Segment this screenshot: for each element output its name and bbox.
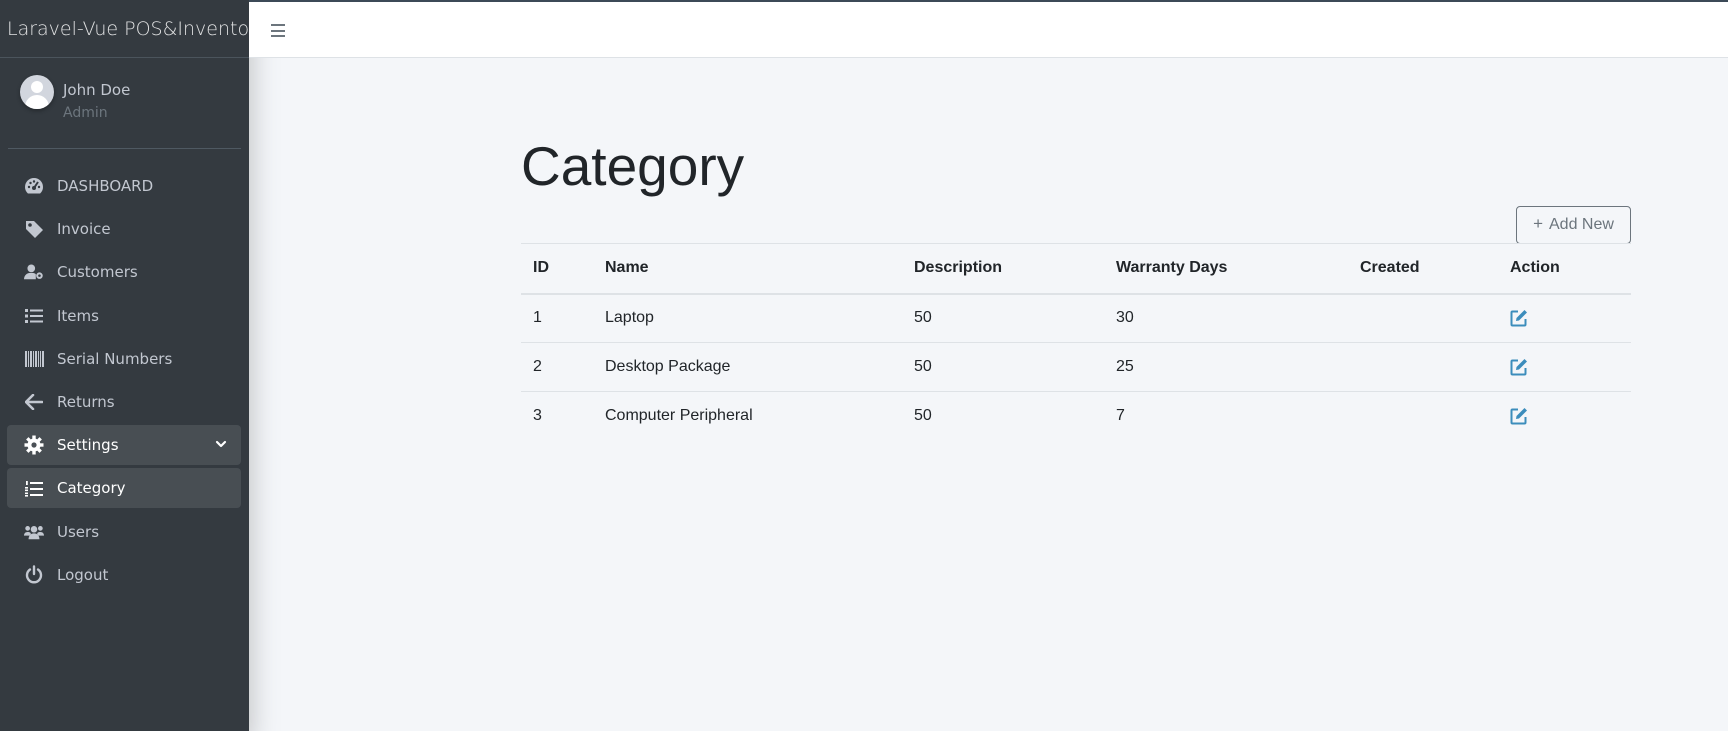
dashboard-icon bbox=[24, 176, 44, 196]
cell-name: Laptop bbox=[593, 293, 902, 343]
cell-warranty-days: 7 bbox=[1104, 391, 1348, 441]
sidebar-item-category[interactable]: Category bbox=[7, 468, 241, 509]
sidebar-item-items[interactable]: Items bbox=[7, 296, 241, 336]
sidebar-item-invoice[interactable]: Invoice bbox=[7, 209, 241, 249]
cell-description: 50 bbox=[902, 391, 1104, 441]
column-header-name[interactable]: Name bbox=[593, 243, 902, 295]
add-new-label: Add New bbox=[1549, 216, 1614, 233]
column-header-warranty-days[interactable]: Warranty Days bbox=[1104, 243, 1348, 295]
cell-warranty-days: 30 bbox=[1104, 293, 1348, 343]
cell-created bbox=[1348, 293, 1498, 343]
sidebar-item-label: Returns bbox=[57, 392, 115, 411]
user-panel: John Doe Admin bbox=[8, 58, 241, 149]
sidebar-item-label: Users bbox=[57, 522, 100, 541]
sidebar-item-dashboard[interactable]: DASHBOARD bbox=[7, 166, 241, 206]
list-icon bbox=[24, 306, 44, 326]
edit-icon[interactable] bbox=[1510, 407, 1528, 425]
sidebar-item-label: Category bbox=[57, 479, 126, 498]
cell-warranty-days: 25 bbox=[1104, 342, 1348, 392]
sidebar-item-label: Customers bbox=[57, 263, 138, 282]
hamburger-menu-icon[interactable] bbox=[271, 24, 285, 37]
avatar[interactable] bbox=[20, 75, 54, 109]
cell-action bbox=[1498, 293, 1631, 343]
user-role: Admin bbox=[63, 105, 108, 121]
main-sidebar: Laravel-Vue POS&Inventory John Doe Admin… bbox=[0, 0, 268, 731]
table-row: 1 Laptop 50 30 bbox=[521, 293, 1631, 343]
cell-description: 50 bbox=[902, 342, 1104, 392]
gear-icon bbox=[24, 435, 44, 455]
user-name[interactable]: John Doe bbox=[63, 81, 130, 99]
edit-icon[interactable] bbox=[1510, 309, 1528, 327]
cell-created bbox=[1348, 342, 1498, 392]
sidebar-item-label: Logout bbox=[57, 565, 109, 584]
column-header-id[interactable]: ID bbox=[521, 243, 593, 295]
cell-description: 50 bbox=[902, 293, 1104, 343]
users-icon bbox=[24, 522, 44, 542]
plus-icon: + bbox=[1533, 214, 1543, 233]
sidebar-item-users[interactable]: Users bbox=[7, 512, 241, 552]
main-content: Category + Add New ID Name Description W… bbox=[249, 58, 1728, 731]
cell-action bbox=[1498, 391, 1631, 441]
sidebar-item-serial-numbers[interactable]: Serial Numbers bbox=[7, 339, 241, 379]
table-header-row: ID Name Description Warranty Days Create… bbox=[521, 243, 1631, 295]
cell-id: 3 bbox=[521, 391, 593, 441]
cell-created bbox=[1348, 391, 1498, 441]
column-header-created[interactable]: Created bbox=[1348, 243, 1498, 295]
column-header-description[interactable]: Description bbox=[902, 243, 1104, 295]
table-row: 3 Computer Peripheral 50 7 bbox=[521, 391, 1631, 441]
top-navbar bbox=[249, 0, 1728, 58]
user-cog-icon bbox=[24, 262, 44, 282]
sidebar-item-customers[interactable]: Customers bbox=[7, 252, 241, 292]
sidebar-item-settings[interactable]: Settings bbox=[7, 425, 241, 466]
cell-id: 2 bbox=[521, 342, 593, 392]
sidebar-item-label: Settings bbox=[57, 436, 119, 455]
chevron-down-icon bbox=[215, 437, 227, 451]
barcode-icon bbox=[24, 349, 44, 369]
column-header-action: Action bbox=[1498, 243, 1631, 295]
list-ol-icon bbox=[24, 478, 44, 498]
sidebar-item-label: Items bbox=[57, 306, 99, 325]
table-row: 2 Desktop Package 50 25 bbox=[521, 342, 1631, 392]
arrow-left-icon bbox=[24, 392, 44, 412]
sidebar-nav: DASHBOARD Invoice Customers Items Serial bbox=[7, 166, 241, 598]
category-table: ID Name Description Warranty Days Create… bbox=[521, 243, 1631, 441]
tag-icon bbox=[24, 219, 44, 239]
edit-icon[interactable] bbox=[1510, 358, 1528, 376]
cell-name: Computer Peripheral bbox=[593, 391, 902, 441]
sidebar-item-logout[interactable]: Logout bbox=[7, 555, 241, 595]
add-new-button[interactable]: + Add New bbox=[1516, 206, 1631, 244]
brand-link[interactable]: Laravel-Vue POS&Inventory bbox=[0, 0, 268, 58]
sidebar-item-returns[interactable]: Returns bbox=[7, 382, 241, 422]
page-title: Category bbox=[521, 135, 745, 197]
cell-name: Desktop Package bbox=[593, 342, 902, 392]
sidebar-item-label: Serial Numbers bbox=[57, 349, 173, 368]
cell-action bbox=[1498, 342, 1631, 392]
sidebar-item-label: DASHBOARD bbox=[57, 177, 154, 195]
cell-id: 1 bbox=[521, 293, 593, 343]
power-icon bbox=[24, 565, 44, 585]
sidebar-item-label: Invoice bbox=[57, 220, 111, 239]
